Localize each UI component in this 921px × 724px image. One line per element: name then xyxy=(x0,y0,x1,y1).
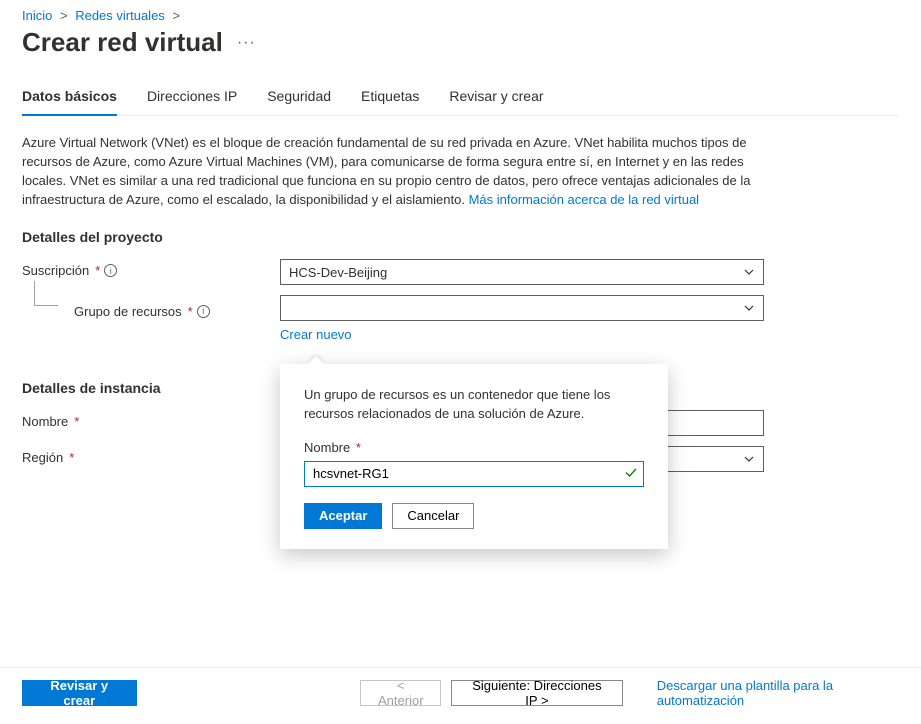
label-name: Nombre xyxy=(22,414,68,429)
popover-ok-button[interactable]: Aceptar xyxy=(304,503,382,529)
resource-group-select[interactable] xyxy=(280,295,764,321)
required-indicator: * xyxy=(95,263,100,278)
chevron-down-icon xyxy=(743,302,755,314)
popover-name-input[interactable] xyxy=(304,461,644,487)
review-create-button[interactable]: Revisar y crear xyxy=(22,680,137,706)
breadcrumb: Inicio > Redes virtuales > xyxy=(22,8,899,23)
tab-review[interactable]: Revisar y crear xyxy=(449,88,543,116)
subscription-value: HCS-Dev-Beijing xyxy=(289,265,387,280)
label-subscription: Suscripción xyxy=(22,263,89,278)
create-new-link[interactable]: Crear nuevo xyxy=(280,327,352,342)
page-title: Crear red virtual xyxy=(22,27,223,58)
tab-ips[interactable]: Direcciones IP xyxy=(147,88,237,116)
learn-more-link[interactable]: Más información acerca de la red virtual xyxy=(469,192,700,207)
more-actions-icon[interactable]: ··· xyxy=(237,34,256,52)
required-indicator: * xyxy=(188,304,193,319)
tab-basics[interactable]: Datos básicos xyxy=(22,88,117,116)
required-indicator: * xyxy=(69,450,74,465)
breadcrumb-home[interactable]: Inicio xyxy=(22,8,52,23)
tab-security[interactable]: Seguridad xyxy=(267,88,331,116)
info-icon[interactable]: i xyxy=(197,305,210,318)
popover-cancel-button[interactable]: Cancelar xyxy=(392,503,474,529)
subscription-select[interactable]: HCS-Dev-Beijing xyxy=(280,259,764,285)
required-indicator: * xyxy=(356,440,361,455)
info-icon[interactable]: i xyxy=(104,264,117,277)
previous-button: < Anterior xyxy=(360,680,441,706)
next-button[interactable]: Siguiente: Direcciones IP > xyxy=(451,680,623,706)
create-resource-group-popover: Un grupo de recursos es un contenedor qu… xyxy=(280,364,668,549)
chevron-right-icon: > xyxy=(172,8,180,23)
popover-name-label: Nombre xyxy=(304,440,350,455)
tabs: Datos básicos Direcciones IP Seguridad E… xyxy=(22,88,899,116)
footer-bar: Revisar y crear < Anterior Siguiente: Di… xyxy=(0,667,921,708)
chevron-right-icon: > xyxy=(60,8,68,23)
chevron-down-icon xyxy=(743,266,755,278)
chevron-down-icon xyxy=(743,453,755,465)
valid-check-icon xyxy=(624,465,638,482)
section-project-details: Detalles del proyecto xyxy=(22,229,899,245)
breadcrumb-vnets[interactable]: Redes virtuales xyxy=(75,8,165,23)
popover-description: Un grupo de recursos es un contenedor qu… xyxy=(304,386,644,424)
label-region: Región xyxy=(22,450,63,465)
label-resource-group: Grupo de recursos xyxy=(74,304,182,319)
tree-connector-icon xyxy=(22,299,62,323)
tab-tags[interactable]: Etiquetas xyxy=(361,88,419,116)
download-template-link[interactable]: Descargar una plantilla para la automati… xyxy=(657,678,899,708)
required-indicator: * xyxy=(74,414,79,429)
intro-text: Azure Virtual Network (VNet) es el bloqu… xyxy=(22,134,782,209)
